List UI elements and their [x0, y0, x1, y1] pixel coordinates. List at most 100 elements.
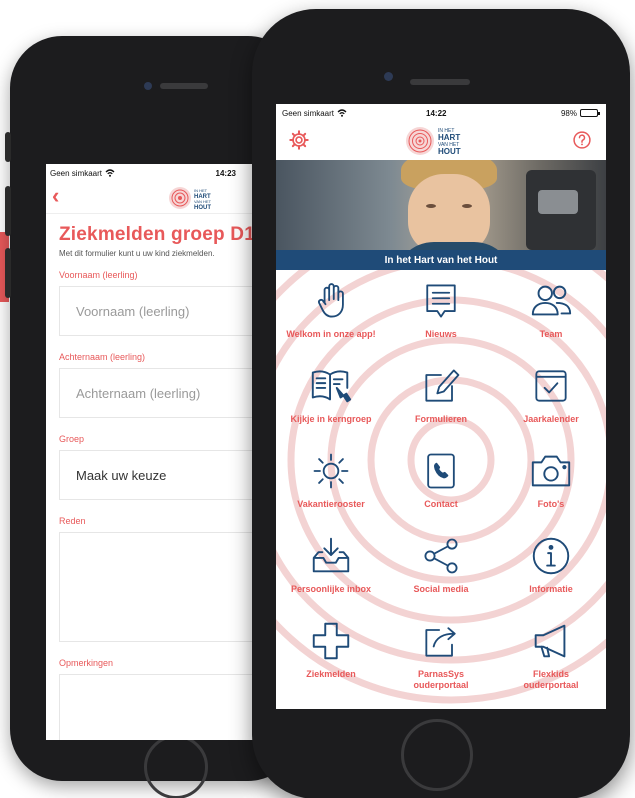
last-name-label: Achternaam (leerling): [59, 352, 146, 362]
remarks-textarea[interactable]: [59, 674, 276, 740]
status-time: 14:22: [426, 108, 447, 118]
app-header: IN HET HART VAN HET HOUT: [276, 122, 606, 160]
status-bar: Geen simkaart 14:22 98%: [276, 104, 606, 122]
front-camera: [384, 72, 393, 81]
wifi-icon: [105, 169, 115, 177]
first-name-field[interactable]: Voornaam (leerling): [59, 286, 276, 336]
menu-item-label: Persoonlijke inbox: [290, 584, 372, 594]
hero-child-eye: [462, 204, 472, 208]
carrier-label: Geen simkaart: [50, 168, 103, 178]
inbox-icon: [312, 537, 350, 573]
form-subtitle: Met dit formulier kunt u uw kind ziekmel…: [59, 249, 215, 258]
phone-icon: [427, 453, 455, 489]
menu-item-label: Foto's: [537, 499, 565, 509]
volume-up-button: [5, 186, 11, 236]
hero-child-eye: [426, 204, 436, 208]
nav-bar: ‹ IN HET HART VAN HET HOUT: [46, 182, 276, 214]
menu-item-label: Contact: [424, 499, 458, 509]
menu-item-label: Team: [539, 329, 563, 339]
gear-icon[interactable]: [288, 129, 310, 151]
menu-item-sick-report[interactable]: Ziekmelden: [276, 616, 386, 701]
camera-icon: [531, 455, 571, 487]
carrier-indicator: Geen simkaart: [282, 109, 347, 118]
remarks-label: Opmerkingen: [59, 658, 114, 668]
menu-item-label: Ziekmelden: [306, 669, 356, 679]
menu-item-news[interactable]: Nieuws: [386, 276, 496, 361]
volume-down-button: [5, 248, 11, 298]
first-name-label: Voornaam (leerling): [59, 270, 138, 280]
menu-item-label: Vakantierooster: [297, 499, 365, 509]
form-screen: Geen simkaart 14:23 ‹ IN HET HART VAN HE…: [46, 164, 276, 740]
menu-item-label: Social media: [413, 584, 469, 594]
school-logo: IN HET HART VAN HET HOUT: [168, 184, 228, 217]
speaker-grille: [160, 83, 208, 89]
menu-grid-area: Welkom in onze app! Nieuws Team Kijkje i…: [276, 270, 606, 709]
front-camera: [144, 82, 152, 90]
hand-icon: [318, 283, 344, 318]
menu-item-team[interactable]: Team: [496, 276, 606, 361]
logo-line-4: HOUT: [438, 147, 461, 156]
menu-item-calendar[interactable]: Jaarkalender: [496, 361, 606, 446]
speaker-grille: [410, 79, 470, 85]
book-icon: [311, 370, 352, 403]
logo-line-2: HART: [438, 133, 460, 142]
menu-item-contact[interactable]: Contact: [386, 446, 496, 531]
menu-item-holidays[interactable]: Vakantierooster: [276, 446, 386, 531]
menu-screen: Geen simkaart 14:22 98% IN HET HART VAN …: [276, 104, 606, 709]
help-icon[interactable]: [572, 130, 592, 150]
info-icon: [532, 537, 570, 575]
news-icon: [426, 284, 456, 318]
front-phone: Geen simkaart 14:22 98% IN HET HART VAN …: [252, 9, 630, 798]
form-icon: [425, 369, 460, 402]
battery-indicator: 98%: [560, 108, 600, 118]
menu-item-inbox[interactable]: Persoonlijke inbox: [276, 531, 386, 616]
form-title: Ziekmelden groep D1/: [59, 224, 261, 245]
menu-item-label: Formulieren: [414, 414, 467, 424]
status-bar: Geen simkaart 14:23: [46, 164, 276, 182]
back-chevron-icon[interactable]: ‹: [52, 185, 59, 207]
svg-text:IN HET: IN HET: [194, 188, 208, 193]
team-icon: [531, 285, 572, 316]
menu-item-label: Kijkje in kerngroep: [290, 414, 372, 424]
menu-item-parnassys[interactable]: ParnasSys ouderportaal: [386, 616, 496, 701]
calendar-icon: [535, 370, 567, 402]
home-button[interactable]: [144, 735, 208, 798]
export-icon: [425, 627, 456, 657]
group-label: Groep: [59, 434, 85, 444]
menu-item-kerngroep[interactable]: Kijkje in kerngroep: [276, 361, 386, 446]
menu-item-info[interactable]: Informatie: [496, 531, 606, 616]
hero-photo: In het Hart van het Hout: [276, 160, 606, 270]
share-icon: [424, 538, 458, 574]
hero-caption: In het Hart van het Hout: [276, 250, 606, 270]
hero-machine-detail: [538, 190, 578, 214]
menu-item-flexkids[interactable]: Flexkids ouderportaal: [496, 616, 606, 701]
battery-icon: [580, 109, 600, 117]
menu-item-label: ParnasSys ouderportaal: [413, 669, 469, 690]
menu-item-label: Flexkids ouderportaal: [523, 669, 579, 690]
carrier-indicator: Geen simkaart: [50, 169, 115, 178]
wifi-icon: [337, 109, 347, 117]
cross-icon: [312, 622, 350, 660]
megaphone-icon: [534, 624, 566, 658]
reason-textarea[interactable]: [59, 532, 276, 642]
menu-item-label: Informatie: [529, 584, 573, 594]
carrier-label: Geen simkaart: [282, 108, 335, 118]
battery-percent: 98%: [560, 108, 577, 118]
last-name-field[interactable]: Achternaam (leerling): [59, 368, 276, 418]
reason-label: Reden: [59, 516, 86, 526]
menu-item-label: Jaarkalender: [523, 414, 579, 424]
menu-item-welcome[interactable]: Welkom in onze app!: [276, 276, 386, 361]
svg-text:HOUT: HOUT: [194, 205, 211, 211]
menu-item-social[interactable]: Social media: [386, 531, 496, 616]
mute-switch: [5, 132, 11, 162]
menu-item-label: Nieuws: [425, 329, 457, 339]
svg-text:VAN HET: VAN HET: [194, 199, 212, 204]
home-button[interactable]: [401, 719, 473, 791]
menu-item-forms[interactable]: Formulieren: [386, 361, 496, 446]
menu-item-label: Welkom in onze app!: [286, 329, 376, 339]
status-time: 14:23: [215, 168, 236, 178]
menu-item-photos[interactable]: Foto's: [496, 446, 606, 531]
sun-icon: [313, 453, 349, 489]
school-logo: IN HET HART VAN HET HOUT: [404, 124, 484, 163]
group-select[interactable]: Maak uw keuze: [59, 450, 276, 500]
